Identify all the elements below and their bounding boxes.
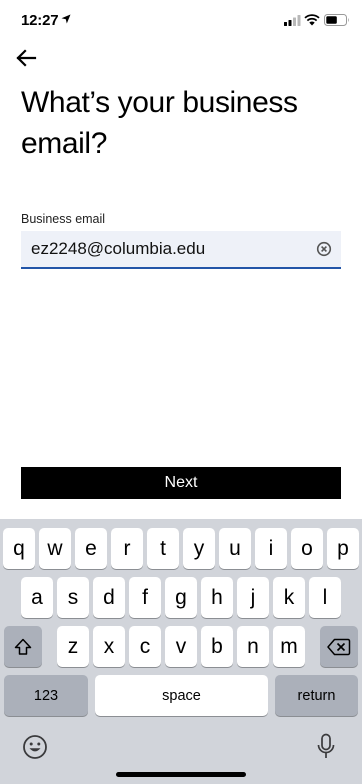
key-z[interactable]: z (57, 626, 89, 667)
key-m[interactable]: m (273, 626, 305, 667)
home-indicator (116, 772, 246, 777)
key-p[interactable]: p (327, 528, 359, 569)
backspace-key[interactable] (320, 626, 358, 667)
key-u[interactable]: u (219, 528, 251, 569)
status-bar: 12:27 (0, 0, 362, 40)
key-n[interactable]: n (237, 626, 269, 667)
key-t[interactable]: t (147, 528, 179, 569)
battery-icon (324, 14, 349, 26)
key-x[interactable]: x (93, 626, 125, 667)
cellular-signal-icon (284, 15, 301, 26)
shift-key[interactable] (4, 626, 42, 667)
shift-icon (14, 638, 32, 655)
key-y[interactable]: y (183, 528, 215, 569)
space-key[interactable]: space (95, 675, 268, 716)
key-q[interactable]: q (3, 528, 35, 569)
key-e[interactable]: e (75, 528, 107, 569)
business-email-input[interactable] (21, 231, 321, 267)
key-c[interactable]: c (129, 626, 161, 667)
key-h[interactable]: h (201, 577, 233, 618)
business-email-label: Business email (21, 212, 106, 226)
key-v[interactable]: v (165, 626, 197, 667)
key-r[interactable]: r (111, 528, 143, 569)
key-w[interactable]: w (39, 528, 71, 569)
key-f[interactable]: f (129, 577, 161, 618)
key-g[interactable]: g (165, 577, 197, 618)
key-o[interactable]: o (291, 528, 323, 569)
key-d[interactable]: d (93, 577, 125, 618)
key-i[interactable]: i (255, 528, 287, 569)
key-j[interactable]: j (237, 577, 269, 618)
page-title: What’s your business email? (21, 86, 298, 160)
microphone-icon[interactable] (315, 733, 337, 761)
key-l[interactable]: l (309, 577, 341, 618)
key-s[interactable]: s (57, 577, 89, 618)
key-a[interactable]: a (21, 577, 53, 618)
next-button[interactable]: Next (21, 467, 341, 499)
back-arrow-icon[interactable] (14, 46, 38, 70)
clear-icon[interactable] (316, 241, 332, 257)
return-key[interactable]: return (275, 675, 358, 716)
backspace-icon (327, 638, 351, 655)
keyboard: qwertyuiop asdfghjkl zxcvbnm 123 space r… (0, 519, 362, 784)
key-k[interactable]: k (273, 577, 305, 618)
status-time: 12:27 (21, 12, 59, 29)
key-b[interactable]: b (201, 626, 233, 667)
location-arrow-icon (61, 14, 71, 24)
emoji-icon[interactable] (22, 734, 48, 760)
wifi-icon (304, 14, 320, 26)
numbers-key[interactable]: 123 (4, 675, 88, 716)
business-email-field[interactable] (21, 231, 341, 269)
